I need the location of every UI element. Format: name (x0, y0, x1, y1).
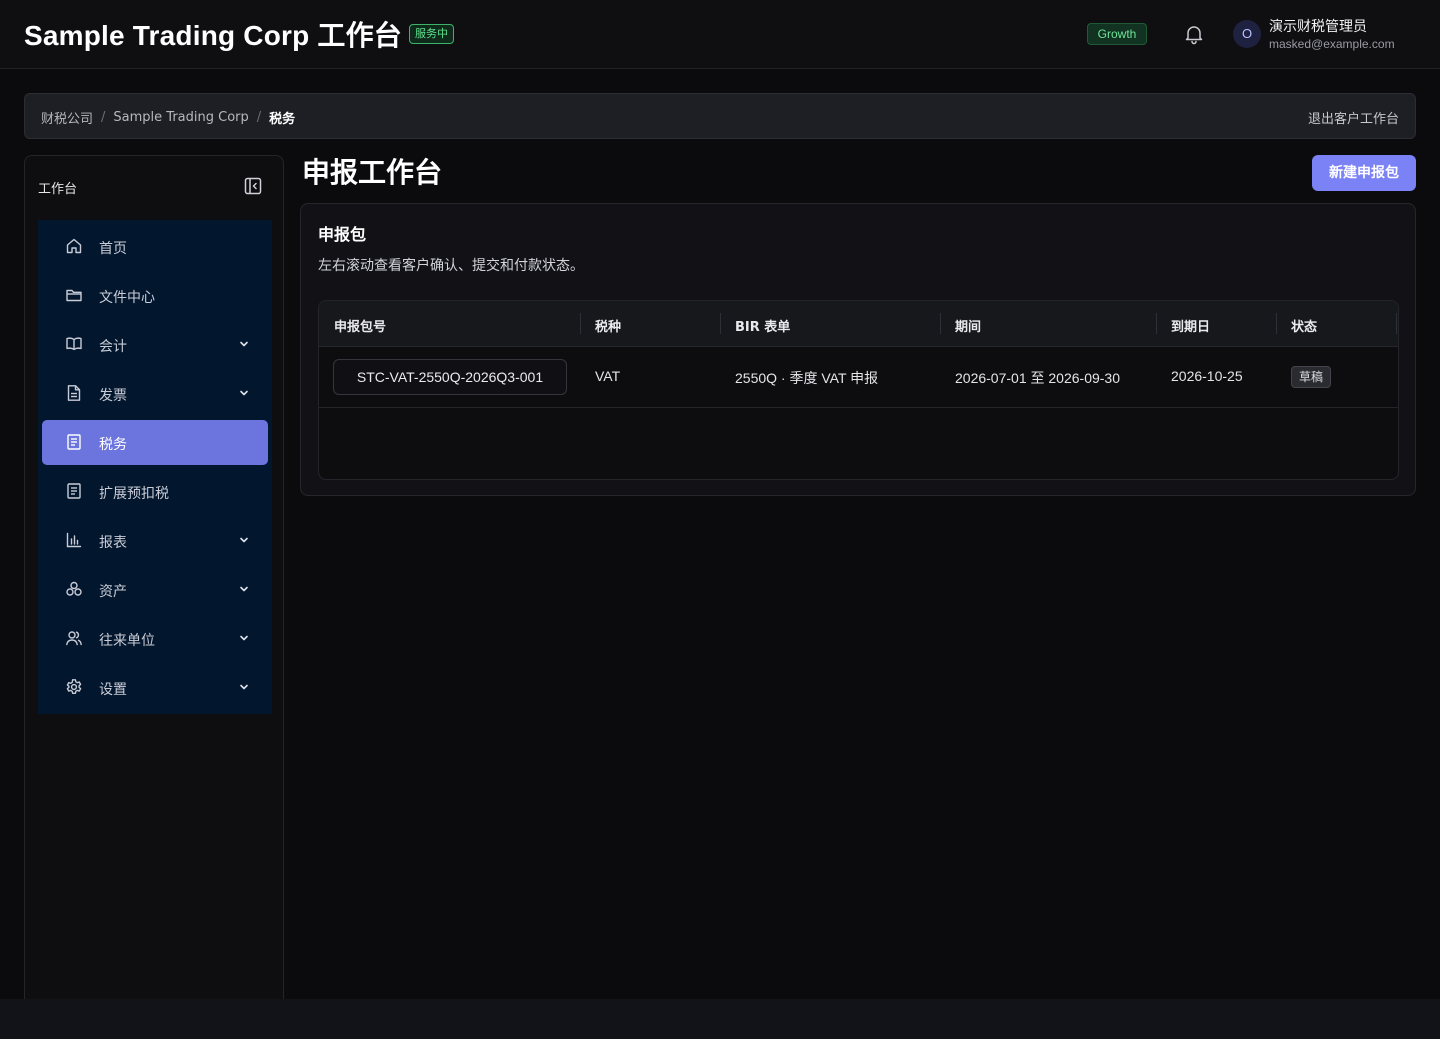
breadcrumb: 财税公司 / Sample Trading Corp / 税务 (41, 108, 295, 127)
sidebar-item-counterparties[interactable]: 往来单位 (42, 616, 268, 661)
cell-period: 2026-07-01 至 2026-09-30 (955, 370, 1121, 386)
sidebar-heading: 工作台 (38, 182, 78, 197)
column-divider (1156, 313, 1157, 334)
column-header-period[interactable]: 期间 (955, 316, 981, 335)
sidebar-item-label: 扩展预扣税 (99, 486, 169, 502)
collapse-sidebar-icon (244, 177, 262, 195)
chevron-down-icon (240, 684, 248, 690)
sidebar-item-invoices[interactable]: 发票 (42, 371, 268, 416)
chevron-down-icon (240, 586, 248, 592)
status-badge: 草稿 (1291, 366, 1332, 388)
chevron-down-icon (240, 341, 248, 347)
sidebar-item-reports[interactable]: 报表 (42, 518, 268, 563)
sidebar-item-label: 设置 (99, 682, 127, 698)
user-name[interactable]: 演示财税管理员 (1269, 16, 1367, 36)
notifications-button[interactable] (1182, 22, 1206, 46)
sidebar-item-label: 会计 (99, 339, 127, 355)
sidebar-item-label: 发票 (99, 388, 127, 404)
service-status-badge: 服务中 (409, 24, 454, 44)
cell-due-date: 2026-10-25 (1171, 368, 1243, 384)
withholding-doc-icon (67, 483, 81, 499)
plan-badge: Growth (1087, 23, 1147, 45)
page-title: 申报工作台 (302, 156, 443, 189)
column-header-status[interactable]: 状态 (1291, 316, 1317, 335)
chevron-down-icon (240, 537, 248, 543)
breadcrumb-item-firm[interactable]: 财税公司 (41, 108, 93, 127)
sidebar-item-file-center[interactable]: 文件中心 (42, 273, 268, 318)
column-header-tax-type[interactable]: 税种 (595, 316, 621, 335)
filing-packages-card: 申报包 左右滚动查看客户确认、提交和付款状态。 申报包号 税种 BIR 表单 期… (300, 203, 1416, 496)
top-bar: Sample Trading Corp 工作台 服务中 Growth O 演示财… (0, 0, 1440, 69)
sidebar-item-label: 往来单位 (99, 633, 155, 649)
card-description: 左右滚动查看客户确认、提交和付款状态。 (318, 258, 584, 274)
column-divider (580, 313, 581, 334)
breadcrumb-separator: / (256, 110, 262, 125)
tax-doc-icon (67, 434, 81, 450)
column-header-package-id[interactable]: 申报包号 (334, 316, 386, 335)
bell-icon (1185, 26, 1203, 45)
filing-packages-table[interactable]: 申报包号 税种 BIR 表单 期间 到期日 状态 STC-VAT-2550Q-2… (318, 300, 1399, 480)
sidebar-item-label: 报表 (99, 535, 127, 551)
column-divider (1276, 313, 1277, 334)
user-email: masked@example.com (1269, 37, 1395, 51)
sidebar-item-home[interactable]: 首页 (42, 224, 268, 269)
sidebar: 工作台 首页 文件中心 会计 发票 税务 扩展预扣税 报表 资产 往来单位 设置 (24, 155, 284, 1015)
sidebar-item-tax[interactable]: 税务 (42, 420, 268, 465)
breadcrumb-item-client[interactable]: Sample Trading Corp (113, 110, 248, 125)
sidebar-nav: 首页 文件中心 会计 发票 税务 扩展预扣税 报表 资产 往来单位 设置 (38, 220, 272, 714)
sidebar-item-label: 税务 (99, 437, 127, 453)
column-divider (720, 313, 721, 334)
new-filing-package-button[interactable]: 新建申报包 (1312, 155, 1416, 191)
document-icon (67, 385, 81, 401)
exit-client-workspace-link[interactable]: 退出客户工作台 (1308, 108, 1399, 127)
breadcrumb-separator: / (101, 110, 106, 125)
users-icon (66, 631, 82, 646)
home-icon (66, 238, 82, 254)
column-header-bir-form[interactable]: BIR 表单 (735, 316, 790, 335)
sidebar-item-accounting[interactable]: 会计 (42, 322, 268, 367)
gear-icon (66, 679, 82, 694)
chevron-down-icon (240, 390, 248, 396)
sidebar-collapse-button[interactable] (244, 177, 262, 195)
cell-bir-form: 2550Q · 季度 VAT 申报 (735, 370, 879, 386)
book-icon (66, 337, 82, 351)
cell-tax-type: VAT (595, 368, 621, 384)
assets-icon (66, 581, 82, 596)
bottom-strip (0, 999, 1440, 1039)
table-header: 申报包号 税种 BIR 表单 期间 到期日 状态 (319, 301, 1398, 347)
column-divider (1396, 313, 1397, 334)
breadcrumb-bar: 财税公司 / Sample Trading Corp / 税务 退出客户工作台 (24, 93, 1416, 139)
app-title: Sample Trading Corp 工作台 (24, 20, 402, 51)
package-id-button[interactable]: STC-VAT-2550Q-2026Q3-001 (333, 359, 567, 395)
sidebar-item-label: 首页 (99, 241, 127, 257)
avatar[interactable]: O (1233, 20, 1261, 48)
sidebar-item-assets[interactable]: 资产 (42, 567, 268, 612)
card-title: 申报包 (318, 225, 367, 244)
column-header-due-date[interactable]: 到期日 (1171, 316, 1210, 335)
breadcrumb-item-current: 税务 (269, 112, 296, 127)
chevron-down-icon (240, 635, 248, 641)
column-divider (940, 313, 941, 334)
sidebar-item-settings[interactable]: 设置 (42, 665, 268, 710)
bar-chart-icon (66, 532, 82, 548)
folder-icon (66, 289, 82, 302)
sidebar-item-expanded-withholding[interactable]: 扩展预扣税 (42, 469, 268, 514)
sidebar-item-label: 资产 (99, 584, 127, 600)
sidebar-item-label: 文件中心 (99, 290, 155, 306)
table-row[interactable]: STC-VAT-2550Q-2026Q3-001 VAT 2550Q · 季度 … (319, 347, 1398, 408)
